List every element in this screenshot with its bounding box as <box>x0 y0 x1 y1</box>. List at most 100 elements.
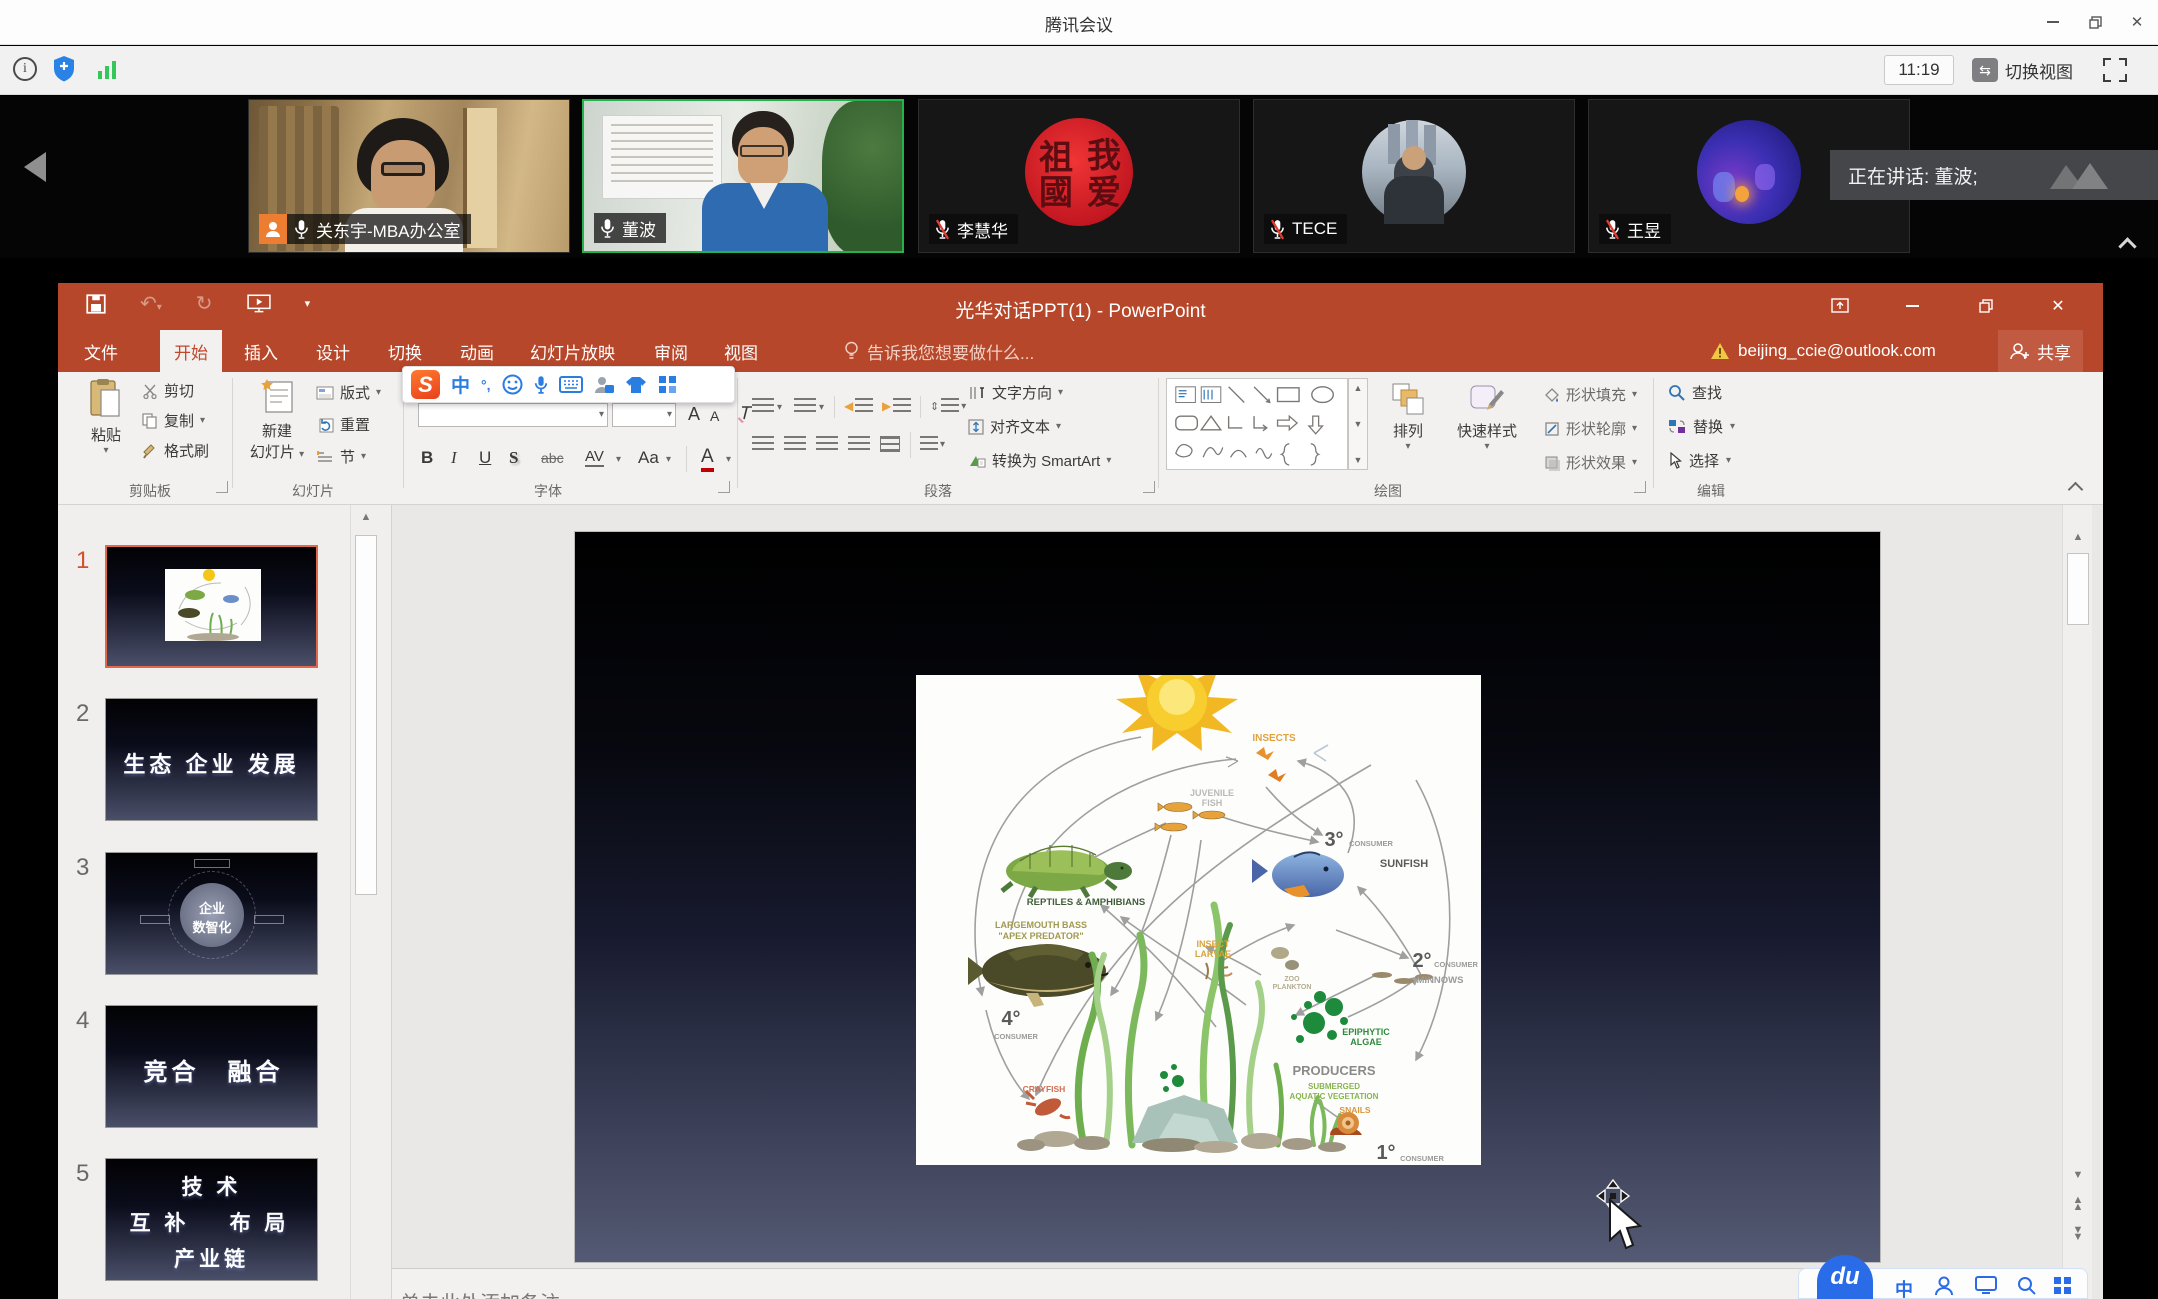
shapes-more-icon[interactable]: ▼ <box>1354 455 1363 465</box>
voice-input-icon[interactable] <box>534 375 548 395</box>
section-button[interactable]: 节 ▾ <box>316 446 366 467</box>
drawing-dialog-launcher[interactable] <box>1634 481 1646 493</box>
shape-effects-button[interactable]: 形状效果▾ <box>1544 452 1637 473</box>
quick-styles-button[interactable]: 快速样式 ▾ <box>1444 382 1530 452</box>
maximize-button[interactable] <box>2078 8 2112 36</box>
paragraph-dialog-launcher[interactable] <box>1143 481 1155 493</box>
skin-icon[interactable] <box>625 376 647 394</box>
collapse-ribbon-button[interactable] <box>2068 482 2084 498</box>
emoji-icon[interactable] <box>502 374 523 395</box>
scroll-videos-left-button[interactable] <box>24 152 46 182</box>
columns-button[interactable]: ▾ <box>920 436 945 452</box>
replace-button[interactable]: 替换▾ <box>1668 416 1735 437</box>
share-button[interactable]: 共享 <box>1998 330 2083 372</box>
font-color-button[interactable]: A <box>701 446 714 472</box>
baidu-search-icon[interactable] <box>2017 1276 2036 1295</box>
bullets-dropdown[interactable]: ▾ <box>777 402 782 413</box>
slide-canvas[interactable]: INSECTS JUVENILE FISH 3° CONSUMER SUNFIS… <box>575 532 1880 1262</box>
video-tile[interactable]: 关东宇-MBA办公室 <box>248 99 570 253</box>
shapes-scroll-up-icon[interactable]: ▲ <box>1354 383 1363 393</box>
video-tile[interactable]: 祖 我 國 爱 李慧华 <box>918 99 1240 253</box>
sogou-ime-bar[interactable]: S 中 °, <box>402 366 735 403</box>
select-button[interactable]: 选择▾ <box>1668 450 1731 471</box>
ppt-minimize-button[interactable] <box>1890 291 1934 321</box>
network-signal-icon[interactable] <box>98 61 116 79</box>
align-left-button[interactable] <box>752 436 774 452</box>
baidu-profile-icon[interactable] <box>1935 1276 1953 1296</box>
line-spacing-button[interactable]: ⇕▾ <box>930 398 966 414</box>
keyboard-icon[interactable] <box>559 376 583 393</box>
paste-button[interactable]: 粘贴 ▾ <box>84 378 128 474</box>
close-button[interactable]: ✕ <box>2120 8 2154 36</box>
change-case-dropdown[interactable]: ▾ <box>666 454 671 465</box>
character-spacing-button[interactable]: AV <box>585 448 604 467</box>
font-name-combobox[interactable]: ▾ <box>418 403 608 427</box>
ribbon-display-options-button[interactable] <box>1818 291 1862 321</box>
italic-button[interactable]: I <box>451 448 457 468</box>
numbering-button[interactable] <box>794 398 816 414</box>
thumbnails-scrollbar[interactable]: ▲ <box>350 505 380 1299</box>
shapes-gallery[interactable] <box>1166 378 1348 470</box>
shapes-scroll-down-icon[interactable]: ▼ <box>1354 419 1363 429</box>
grow-font-button[interactable]: A <box>688 404 700 425</box>
scroll-down-icon[interactable]: ▼ <box>2063 1169 2093 1181</box>
format-painter-button[interactable]: 格式刷 <box>142 440 209 461</box>
ime-mode-toggle[interactable]: 中 <box>451 371 470 398</box>
text-shadow-button[interactable]: S <box>509 448 518 468</box>
arrange-button[interactable]: 排列 ▾ <box>1380 382 1436 452</box>
font-color-dropdown[interactable]: ▾ <box>726 454 731 465</box>
main-scroll-thumb[interactable] <box>2067 553 2089 625</box>
account-info[interactable]: beijing_ccie@outlook.com <box>1710 330 1936 372</box>
character-spacing-dropdown[interactable]: ▾ <box>616 454 621 465</box>
copy-button[interactable]: 复制 ▾ <box>142 410 205 431</box>
cut-button[interactable]: 剪切 <box>142 380 194 401</box>
tab-home[interactable]: 开始 <box>160 330 222 372</box>
ime-punctuation-toggle[interactable]: °, <box>481 377 491 393</box>
align-text-button[interactable]: 对齐文本▾ <box>968 416 1061 437</box>
baidu-panel-icon[interactable] <box>1975 1276 1997 1294</box>
collapse-video-strip-button[interactable] <box>2118 237 2136 255</box>
reset-button[interactable]: 重置 <box>316 414 370 435</box>
baidu-mode-toggle[interactable]: 中 <box>1895 1276 1913 1299</box>
new-slide-button[interactable]: 新建 幻灯片 ▾ <box>248 378 306 462</box>
sogou-toolbox-icon[interactable] <box>658 375 677 394</box>
shrink-font-button[interactable]: A <box>710 408 719 424</box>
strikethrough-button[interactable]: abc <box>541 450 564 466</box>
ppt-close-button[interactable]: ✕ <box>2036 291 2080 321</box>
scroll-up-icon[interactable]: ▲ <box>351 511 381 523</box>
shape-outline-button[interactable]: 形状轮廓▾ <box>1544 418 1637 439</box>
fullscreen-icon[interactable] <box>2103 58 2127 82</box>
justify-button[interactable] <box>848 436 870 452</box>
video-tile[interactable]: TECE <box>1253 99 1575 253</box>
layout-button[interactable]: 版式 ▾ <box>316 382 381 403</box>
convert-smartart-button[interactable]: 转换为 SmartArt▾ <box>968 450 1111 471</box>
increase-indent-button[interactable]: ▶ <box>882 398 911 414</box>
decrease-indent-button[interactable]: ◀ <box>844 398 873 414</box>
font-dialog-launcher[interactable] <box>718 481 730 493</box>
sogou-profile-icon[interactable] <box>594 375 614 395</box>
slide-thumbnail-5[interactable]: 技 术 互 补 布 局 产业链 <box>105 1158 318 1281</box>
slide-thumbnail-2[interactable]: 生态 企业 发展 <box>105 698 318 821</box>
bullets-button[interactable] <box>752 398 774 414</box>
main-vertical-scrollbar[interactable]: ▲ ▼ ▲▲ ▼▼ <box>2062 505 2092 1299</box>
previous-slide-button[interactable]: ▲▲ <box>2063 1197 2093 1211</box>
bold-button[interactable]: B <box>421 448 433 468</box>
tab-file[interactable]: 文件 <box>70 330 132 372</box>
security-shield-icon[interactable] <box>52 55 76 88</box>
distribute-button[interactable] <box>880 436 900 452</box>
slide-thumbnail-3[interactable]: 企业 数智化 <box>105 852 318 975</box>
video-tile[interactable]: 董波 <box>582 99 904 253</box>
switch-view-button[interactable]: ⇆ 切换视图 <box>1972 55 2073 85</box>
scroll-up-icon[interactable]: ▲ <box>2063 531 2093 543</box>
baidu-ime-bar[interactable]: du 中 <box>1798 1268 2088 1299</box>
minimize-button[interactable] <box>2036 8 2070 36</box>
find-button[interactable]: 查找 <box>1668 382 1722 403</box>
tell-me-box[interactable]: 告诉我您想要做什么... <box>844 330 1034 372</box>
numbering-dropdown[interactable]: ▾ <box>819 402 824 413</box>
tab-design[interactable]: 设计 <box>302 330 364 372</box>
align-right-button[interactable] <box>816 436 838 452</box>
shape-fill-button[interactable]: 形状填充▾ <box>1544 384 1637 405</box>
tab-insert[interactable]: 插入 <box>230 330 292 372</box>
text-direction-button[interactable]: 文字方向▾ <box>968 382 1063 403</box>
meeting-info-icon[interactable]: i <box>13 57 37 81</box>
